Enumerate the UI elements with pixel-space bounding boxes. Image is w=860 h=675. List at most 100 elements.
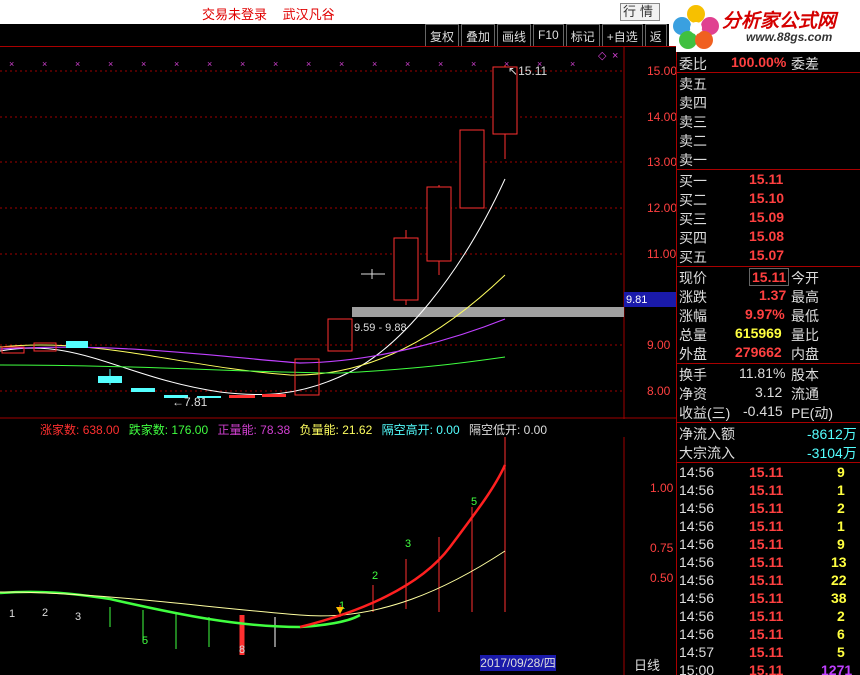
tick-volume: 6: [837, 626, 845, 642]
tick-volume: 38: [831, 590, 847, 606]
svg-text:×: ×: [438, 59, 443, 69]
candle: [262, 394, 286, 397]
sell-label: 卖一: [679, 152, 707, 168]
stat-label: 涨幅: [679, 308, 707, 324]
wave-marker: 5: [471, 496, 477, 508]
flow-value: -8612万: [807, 426, 857, 442]
indicator-axis-label: 1.00: [650, 481, 674, 495]
date-label: 2017/09/28/四: [480, 655, 556, 671]
price-label: 11.00: [647, 247, 676, 261]
stock-name: 武汉凡谷: [282, 7, 335, 22]
stat-row: 收益(三) -0.415 PE(动): [677, 403, 860, 421]
low-price-label: ←7.81: [172, 395, 208, 409]
buy-price: 15.10: [749, 190, 785, 206]
toolbar-f10-button[interactable]: F10: [533, 24, 564, 46]
gapdown-value: 0.00: [523, 423, 548, 437]
tick-price: 15.11: [749, 464, 784, 480]
sell-label: 卖三: [679, 114, 707, 130]
flow-row: 大宗流入 -3104万: [677, 443, 860, 461]
candlestick-chart[interactable]: × × × × × × × × × × × × × × × × × × ◇ × 15.00 14.00 1…: [0, 47, 676, 419]
buy-row: 买二 15.10: [677, 190, 860, 208]
tick-row: 14:56 15.11 1: [677, 518, 860, 536]
zhang-value: 638.00: [82, 423, 120, 437]
wave-marker: 1: [9, 608, 15, 620]
indicator-yellow-line: [0, 550, 506, 617]
svg-text:×: ×: [174, 59, 179, 69]
indicator-axis-label: 0.50: [650, 571, 674, 585]
stat-label: 净资: [679, 386, 707, 402]
toolbar-overlay-button[interactable]: 叠加: [461, 24, 496, 46]
buy-price: 15.11: [749, 171, 784, 187]
tick-time: 14:56: [679, 518, 715, 534]
stat-label: 现价: [679, 270, 707, 286]
die-value: 176.00: [171, 423, 209, 437]
stat-row: 换手 11.81% 股本: [677, 365, 860, 383]
candle: [459, 129, 485, 209]
close-marker-icon: ×: [612, 50, 618, 62]
toolbar-draw-button[interactable]: 画线: [497, 24, 532, 46]
svg-text:×: ×: [240, 59, 245, 69]
site-logo: 分析家公式网 www.88gs.com: [666, 0, 860, 52]
stat-value: 15.11: [749, 268, 790, 286]
wave-marker: 2: [42, 607, 48, 619]
toolbar-back-button[interactable]: 返: [644, 24, 667, 46]
svg-text:×: ×: [42, 59, 47, 69]
sell-label: 卖二: [679, 133, 707, 149]
flow-label: 大宗流入: [679, 445, 735, 461]
candle: [327, 318, 353, 352]
buy-row: 买四 15.08: [677, 228, 860, 246]
flow-value: -3104万: [807, 445, 857, 461]
price-gridlines: [0, 70, 624, 392]
period-label[interactable]: 日线: [634, 655, 660, 674]
tick-row: 14:56 15.11 38: [677, 590, 860, 608]
buy-row: 买一 15.11: [677, 171, 860, 189]
quote-button[interactable]: 行情: [620, 3, 660, 21]
svg-text:×: ×: [339, 59, 344, 69]
top-x-markers: × × × × × × × × × × × × × × × × × ×: [9, 59, 575, 69]
tick-price: 15.11: [749, 536, 784, 552]
stat-label: PE(动): [791, 405, 833, 421]
buy-label: 买五: [679, 249, 707, 265]
sell-label: 卖四: [679, 95, 707, 111]
flow-row: 净流入额 -8612万: [677, 424, 860, 442]
diamond-marker-icon: ◇: [598, 50, 607, 62]
quote-panel: 委比 100.00% 委差 卖五 卖四 卖三 卖二 卖一 买一 15.11 买二 1…: [676, 52, 860, 675]
stat-label: 最高: [791, 289, 819, 305]
separator: [677, 363, 860, 364]
price-axis-labels: 15.00 14.00 13.00 12.00 11.00 9.00 8.00: [647, 64, 676, 398]
sell-row: 卖四: [677, 93, 860, 111]
weibi-row: 委比 100.00% 委差: [677, 54, 860, 72]
wave-marker: 3: [405, 538, 411, 550]
separator: [677, 169, 860, 170]
tick-row: 14:56 15.11 22: [677, 572, 860, 590]
price-label: 13.00: [647, 155, 676, 169]
tick-price: 15.11: [749, 518, 784, 534]
svg-text:×: ×: [75, 59, 80, 69]
sell-row: 卖三: [677, 112, 860, 130]
stat-label: 今开: [791, 270, 819, 286]
tick-time: 15:00: [679, 662, 715, 675]
toolbar-mark-button[interactable]: 标记: [565, 24, 600, 46]
buy-label: 买三: [679, 211, 707, 227]
tick-volume: 5: [837, 644, 845, 660]
toolbar-fuquan-button[interactable]: 复权: [425, 24, 460, 46]
tick-time: 14:56: [679, 500, 715, 516]
gapup-label: 隔空高开:: [381, 423, 433, 437]
tick-price: 15.11: [749, 626, 784, 642]
svg-text:×: ×: [108, 59, 113, 69]
weibi-label: 委比: [679, 56, 707, 72]
gapup-value: 0.00: [436, 423, 460, 437]
tick-volume: 9: [837, 464, 845, 480]
indicator-axis-labels: 1.00 0.75 0.50: [650, 481, 674, 585]
tick-price: 15.11: [749, 590, 784, 606]
tick-volume: 1271: [821, 662, 853, 675]
buy-price: 15.07: [749, 247, 785, 263]
candle: [98, 376, 122, 383]
toolbar-add-watchlist-button[interactable]: +自选: [601, 24, 643, 46]
indicator-chart[interactable]: 1.00 0.75 0.50 1 2 3 5 8 1 2 3 5: [0, 437, 676, 675]
stat-row: 涨跌 1.37 最高: [677, 287, 860, 305]
tick-row: 14:56 15.11 2: [677, 500, 860, 518]
svg-text:×: ×: [471, 59, 476, 69]
logo-brand-text: 分析家公式网: [722, 11, 837, 32]
tick-row: 14:56 15.11 9: [677, 536, 860, 554]
